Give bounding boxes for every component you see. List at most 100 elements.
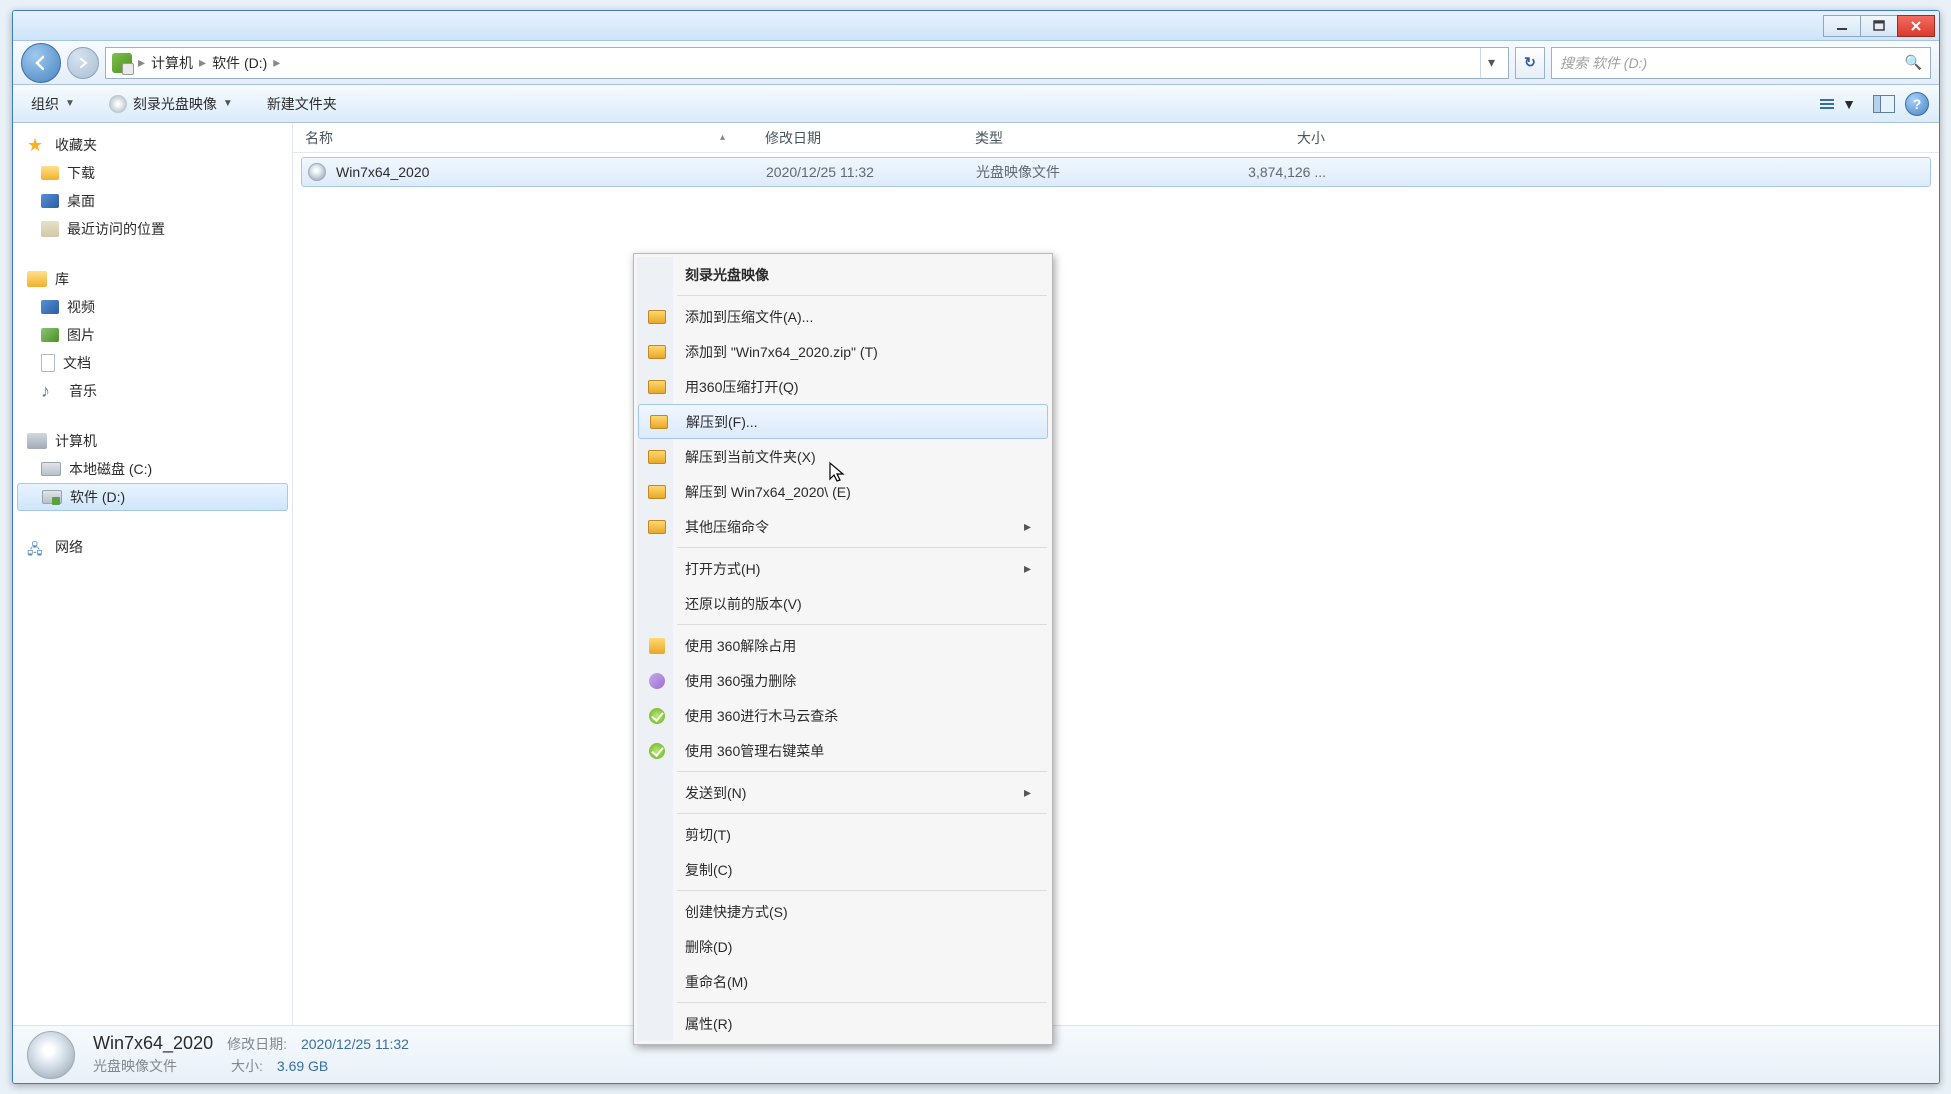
ctx-burn-disc[interactable]: 刻录光盘映像 [637,257,1049,292]
organize-menu[interactable]: 组织▼ [23,90,83,118]
sidebar-recent[interactable]: 最近访问的位置 [13,215,292,243]
ctx-other-zip[interactable]: 其他压缩命令▸ [637,509,1049,544]
ctx-add-zip[interactable]: 添加到 "Win7x64_2020.zip" (T) [637,334,1049,369]
ctx-extract-to[interactable]: 解压到(F)... [638,404,1048,439]
details-title: Win7x64_2020 [93,1033,213,1054]
archive-icon [647,447,667,467]
archive-icon [647,482,667,502]
ctx-360-unlock[interactable]: 使用 360解除占用 [637,628,1049,663]
address-dropdown[interactable]: ▾ [1480,48,1502,78]
ctx-360-menu[interactable]: 使用 360管理右键菜单 [637,733,1049,768]
computer-icon [27,433,47,449]
new-folder-button[interactable]: 新建文件夹 [259,90,345,118]
back-button[interactable] [21,43,61,83]
ctx-extract-here[interactable]: 解压到当前文件夹(X) [637,439,1049,474]
file-name: Win7x64_2020 [336,164,429,180]
details-date-value: 2020/12/25 11:32 [301,1036,409,1052]
shield-icon [647,741,667,761]
minimize-button[interactable] [1823,15,1861,37]
ctx-open-with[interactable]: 打开方式(H)▸ [637,551,1049,586]
sidebar-libraries[interactable]: 库 [13,265,292,293]
command-bar: 组织▼ 刻录光盘映像▼ 新建文件夹 ▼ ? [13,85,1939,123]
sidebar-network[interactable]: 网络 [13,533,292,561]
search-icon: 🔍 [1905,54,1922,71]
ctx-restore-versions[interactable]: 还原以前的版本(V) [637,586,1049,621]
file-row[interactable]: Win7x64_2020 2020/12/25 11:32 光盘映像文件 3,8… [301,157,1931,187]
breadcrumb-drive[interactable]: 软件 (D:) [212,53,267,73]
ctx-copy[interactable]: 复制(C) [637,852,1049,887]
scan-icon [647,706,667,726]
ctx-open-360zip[interactable]: 用360压缩打开(Q) [637,369,1049,404]
force-delete-icon [647,671,667,691]
drive-icon [41,462,61,476]
ctx-properties[interactable]: 属性(R) [637,1006,1049,1041]
file-date: 2020/12/25 11:32 [766,164,976,180]
sidebar-desktop[interactable]: 桌面 [13,187,292,215]
sidebar-music[interactable]: ♪音乐 [13,377,292,405]
navigation-row: ▸ 计算机 ▸ 软件 (D:) ▸ ▾ ↻ 搜索 软件 (D:) 🔍 [13,41,1939,85]
forward-button[interactable] [67,47,99,79]
sort-asc-icon: ▴ [720,132,725,143]
archive-icon [647,342,667,362]
ctx-rename[interactable]: 重命名(M) [637,964,1049,999]
chevron-right-icon: ▸ [1024,560,1031,577]
sidebar-downloads[interactable]: 下载 [13,159,292,187]
sidebar-cdrive[interactable]: 本地磁盘 (C:) [13,455,292,483]
sidebar-ddrive[interactable]: 软件 (D:) [17,483,288,511]
maximize-button[interactable] [1860,15,1898,37]
ctx-360-forcedelete[interactable]: 使用 360强力删除 [637,663,1049,698]
chevron-right-icon[interactable]: ▸ [199,54,206,71]
ctx-extract-folder[interactable]: 解压到 Win7x64_2020\ (E) [637,474,1049,509]
disc-icon [308,163,326,181]
column-size[interactable]: 大小 [1185,128,1325,148]
column-name[interactable]: 名称▴ [305,128,765,148]
drive-icon [112,53,132,73]
downloads-icon [41,166,59,180]
ctx-360-scan[interactable]: 使用 360进行木马云查杀 [637,698,1049,733]
sidebar-pictures[interactable]: 图片 [13,321,292,349]
archive-icon [649,412,669,432]
chevron-down-icon: ▼ [65,98,75,109]
file-list-pane: 名称▴ 修改日期 类型 大小 Win7x64_2020 2020/12/25 1… [293,123,1939,1025]
pictures-icon [41,328,59,342]
navigation-pane: ★收藏夹 下载 桌面 最近访问的位置 库 视频 图片 文档 ♪音乐 计算机 本地… [13,123,293,1025]
chevron-down-icon: ▼ [223,98,233,109]
column-date[interactable]: 修改日期 [765,128,975,148]
titlebar [13,11,1939,41]
chevron-right-icon: ▸ [1024,784,1031,801]
ctx-delete[interactable]: 删除(D) [637,929,1049,964]
ctx-send-to[interactable]: 发送到(N)▸ [637,775,1049,810]
preview-pane-button[interactable] [1873,95,1895,113]
ctx-cut[interactable]: 剪切(T) [637,817,1049,852]
list-icon [1820,99,1834,109]
details-date-label: 修改日期: [227,1034,287,1054]
sidebar-videos[interactable]: 视频 [13,293,292,321]
chevron-right-icon[interactable]: ▸ [273,54,280,71]
search-placeholder: 搜索 软件 (D:) [1560,53,1647,73]
archive-icon [647,307,667,327]
details-size-label: 大小: [231,1056,263,1076]
file-size: 3,874,126 ... [1186,164,1326,180]
context-menu: 刻录光盘映像 添加到压缩文件(A)... 添加到 "Win7x64_2020.z… [633,253,1053,1045]
chevron-right-icon: ▸ [1024,518,1031,535]
close-button[interactable] [1897,15,1935,37]
ctx-add-archive[interactable]: 添加到压缩文件(A)... [637,299,1049,334]
refresh-button[interactable]: ↻ [1515,47,1545,79]
ctx-create-shortcut[interactable]: 创建快捷方式(S) [637,894,1049,929]
network-icon [27,539,47,555]
help-button[interactable]: ? [1905,92,1929,116]
address-bar[interactable]: ▸ 计算机 ▸ 软件 (D:) ▸ ▾ [105,47,1509,79]
explorer-window: ▸ 计算机 ▸ 软件 (D:) ▸ ▾ ↻ 搜索 软件 (D:) 🔍 组织▼ 刻… [12,10,1940,1084]
search-input[interactable]: 搜索 软件 (D:) 🔍 [1551,47,1931,79]
unlock-icon [647,636,667,656]
sidebar-documents[interactable]: 文档 [13,349,292,377]
breadcrumb-computer[interactable]: 计算机 [151,53,193,73]
column-type[interactable]: 类型 [975,128,1185,148]
sidebar-computer[interactable]: 计算机 [13,427,292,455]
music-icon: ♪ [41,381,61,401]
documents-icon [41,354,55,372]
burn-disc-button[interactable]: 刻录光盘映像▼ [101,90,241,118]
view-options-button[interactable]: ▼ [1813,92,1863,116]
chevron-right-icon[interactable]: ▸ [138,54,145,71]
sidebar-favorites[interactable]: ★收藏夹 [13,131,292,159]
